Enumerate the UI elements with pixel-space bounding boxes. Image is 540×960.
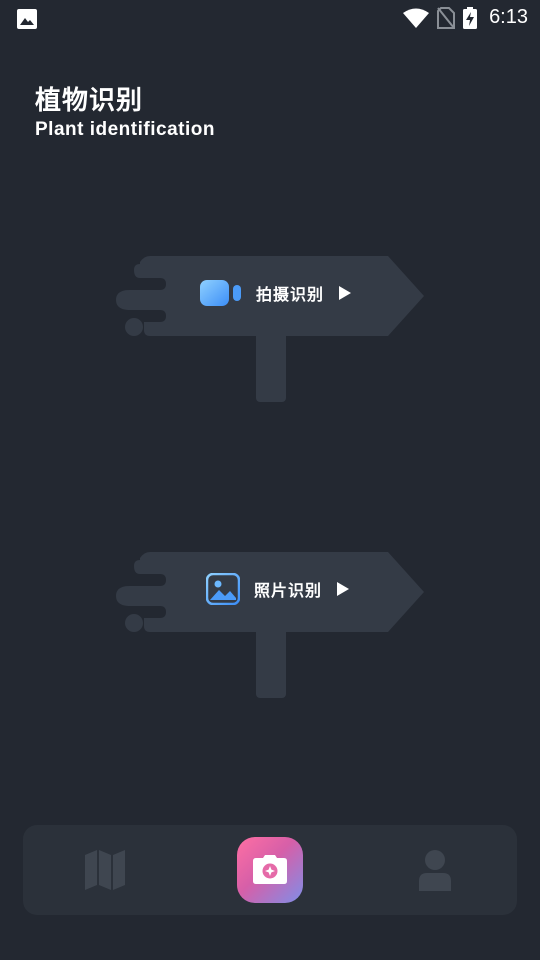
battery-charging-icon xyxy=(463,6,478,29)
signpost-shape xyxy=(116,256,424,402)
map-icon xyxy=(85,850,125,890)
bottom-nav xyxy=(23,825,517,915)
camera-button[interactable] xyxy=(237,837,303,903)
photo-identify-button[interactable]: 照片识别 xyxy=(110,548,430,698)
camera-icon xyxy=(253,855,287,884)
gallery-notification-icon xyxy=(17,9,37,29)
signpost-shape xyxy=(116,552,424,698)
status-bar: 6:13 xyxy=(0,0,540,38)
capture-identify-label: 拍摄识别 xyxy=(256,285,325,304)
play-arrow-icon xyxy=(339,286,352,300)
play-arrow-icon xyxy=(337,582,350,596)
status-time: 6:13 xyxy=(489,6,528,28)
photo-icon xyxy=(206,573,240,605)
capture-identify-button[interactable]: 拍摄识别 xyxy=(110,252,430,402)
nav-camera[interactable] xyxy=(228,825,312,915)
nav-profile[interactable] xyxy=(393,825,477,915)
photo-identify-label: 照片识别 xyxy=(254,581,323,600)
no-sim-icon xyxy=(437,6,456,29)
user-icon xyxy=(419,850,451,891)
video-camera-icon xyxy=(200,280,241,306)
page-subtitle: Plant identification xyxy=(35,119,215,140)
wifi-icon xyxy=(403,8,430,28)
page-title: 植物识别 xyxy=(35,86,144,116)
nav-map[interactable] xyxy=(63,825,147,915)
